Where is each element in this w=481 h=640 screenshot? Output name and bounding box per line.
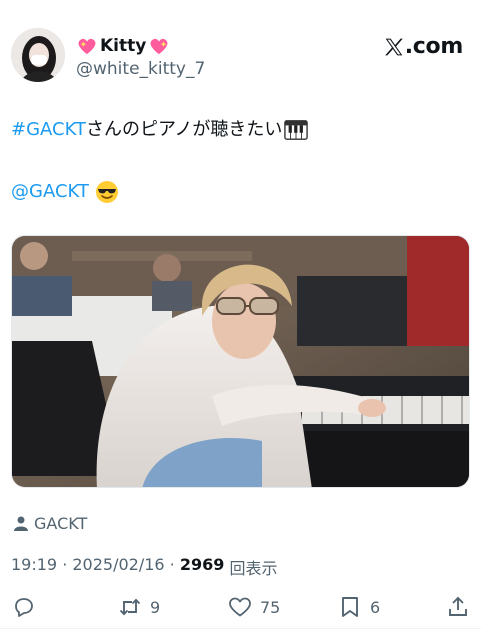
meta-separator: · [57,555,73,574]
like-count: 75 [260,597,281,617]
heart-icon [229,597,251,617]
view-count: 2969 [179,555,225,574]
hashtag-link[interactable]: #GACKT [11,117,86,143]
user-names: Kitty @white_kitty_7 [76,35,205,80]
action-bar: 9 75 6 [0,594,481,620]
mention-link[interactable]: @GACKT [11,179,89,205]
tweet-mention-line: @GACKT [11,179,119,205]
tweet-text: #GACKT さんのピアノが聴きたい [11,117,309,143]
meta-separator: · [164,555,180,574]
like-button[interactable]: 75 [228,594,280,620]
share-icon [449,596,467,616]
user-handle[interactable]: @white_kitty_7 [76,58,205,80]
bookmark-count: 6 [370,597,381,617]
bookmark-icon [342,597,358,617]
display-name: Kitty [100,36,147,56]
tweet-date[interactable]: 2025/02/16 [72,555,164,579]
display-name-row[interactable]: Kitty [76,35,205,57]
x-com-logo[interactable]: .com [384,34,463,59]
retweet-count: 9 [150,597,161,617]
retweet-icon [119,598,141,616]
tweet-meta: 19:19 · 2025/02/16 · 2969 回表示 [11,555,277,579]
piano-keys-icon [284,120,309,140]
tweet-body: さんのピアノが聴きたい [86,119,283,140]
x-logo-icon [385,38,403,55]
avatar[interactable] [11,28,65,82]
tagged-name: GACKT [34,514,88,533]
tweet-photo[interactable] [11,235,470,488]
reply-icon [15,598,33,617]
views-label: 回表示 [224,559,278,578]
brand-text: .com [404,34,464,59]
photo-image [12,236,469,487]
share-button[interactable] [446,594,470,620]
tweet-header: Kitty @white_kitty_7 .com [11,28,471,88]
tagged-user[interactable]: GACKT [14,514,87,533]
bookmark-button[interactable]: 6 [338,594,380,620]
reply-button[interactable] [12,594,44,620]
person-icon [14,516,28,531]
divider [0,628,481,629]
sparkling-heart-icon [150,38,168,55]
sparkling-heart-icon [78,38,96,55]
retweet-button[interactable]: 9 [118,594,160,620]
smiling-face-with-sunglasses-icon [95,181,118,203]
tweet-time[interactable]: 19:19 [11,555,57,579]
